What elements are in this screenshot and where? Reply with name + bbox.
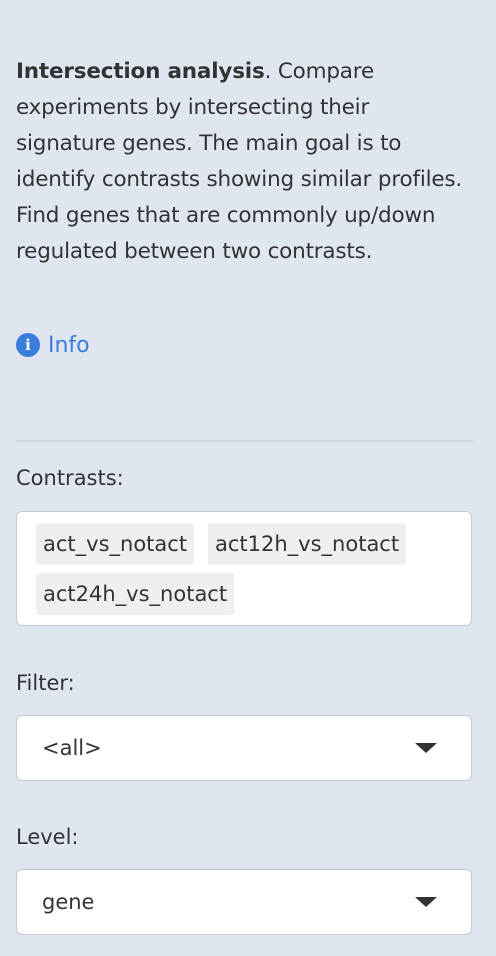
info-label: Info [48, 332, 90, 358]
divider [16, 440, 474, 442]
chevron-down-icon [415, 743, 437, 753]
chevron-down-icon [415, 897, 437, 907]
filter-select[interactable]: <all> [16, 715, 472, 781]
filter-label: Filter: [16, 671, 75, 695]
module-description: Intersection analysis. Compare experimen… [16, 54, 474, 270]
contrast-tag[interactable]: act_vs_notact [36, 523, 195, 565]
info-link[interactable]: i Info [16, 328, 90, 362]
info-circle-icon: i [16, 333, 40, 357]
description-title: Intersection analysis [16, 59, 265, 84]
contrast-tag[interactable]: act24h_vs_notact [36, 573, 235, 615]
level-value: gene [42, 890, 95, 914]
level-label: Level: [16, 825, 79, 849]
contrasts-select[interactable]: act_vs_notact act12h_vs_notact act24h_vs… [16, 511, 472, 626]
level-select[interactable]: gene [16, 869, 472, 935]
description-text: . Compare experiments by intersecting th… [16, 59, 463, 264]
contrasts-label: Contrasts: [16, 466, 124, 490]
filter-value: <all> [42, 736, 102, 760]
contrast-tag[interactable]: act12h_vs_notact [208, 523, 407, 565]
